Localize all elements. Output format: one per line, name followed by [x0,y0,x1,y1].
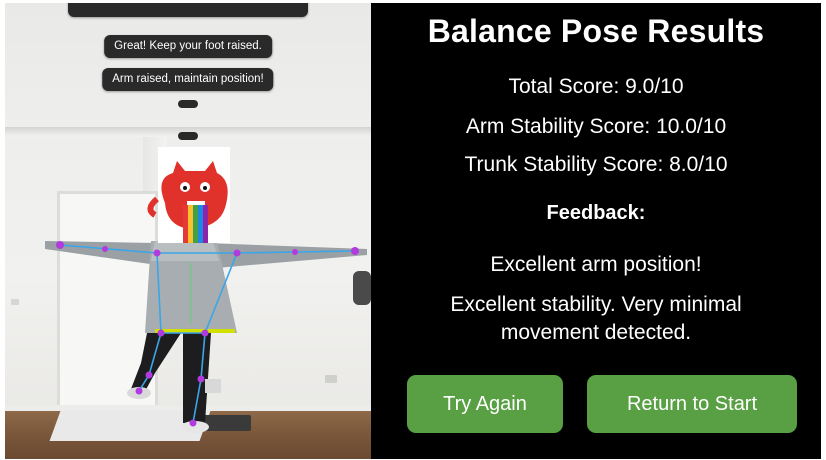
feedback-heading: Feedback: [546,202,646,224]
feedback-line: Excellent stability. Very minimal moveme… [450,293,742,344]
arm-stability-score: Arm Stability Score: 10.0/10 [465,115,727,138]
feedback-toast [68,3,308,17]
camera-view: Great! Keep your foot raised. Arm raised… [5,3,371,459]
person-silhouette [45,241,367,433]
results-panel: Balance Pose Results Total Score: 9.0/10… [371,3,821,459]
feedback-toast-empty [178,132,198,140]
total-score: Total Score: 9.0/10 [508,75,684,98]
face-cover-sticker-icon [147,147,230,243]
page-title: Balance Pose Results [427,13,765,49]
feedback-toast-empty [178,100,198,108]
feedback-line: Excellent arm position! [490,253,702,276]
feedback-toast: Great! Keep your foot raised. [104,35,272,58]
feedback-toast: Arm raised, maintain position! [102,68,274,91]
trunk-stability-score: Trunk Stability Score: 8.0/10 [464,153,728,176]
return-to-start-button[interactable]: Return to Start [587,375,797,433]
try-again-button[interactable]: Try Again [407,375,563,433]
app-frame: Great! Keep your foot raised. Arm raised… [5,3,821,459]
